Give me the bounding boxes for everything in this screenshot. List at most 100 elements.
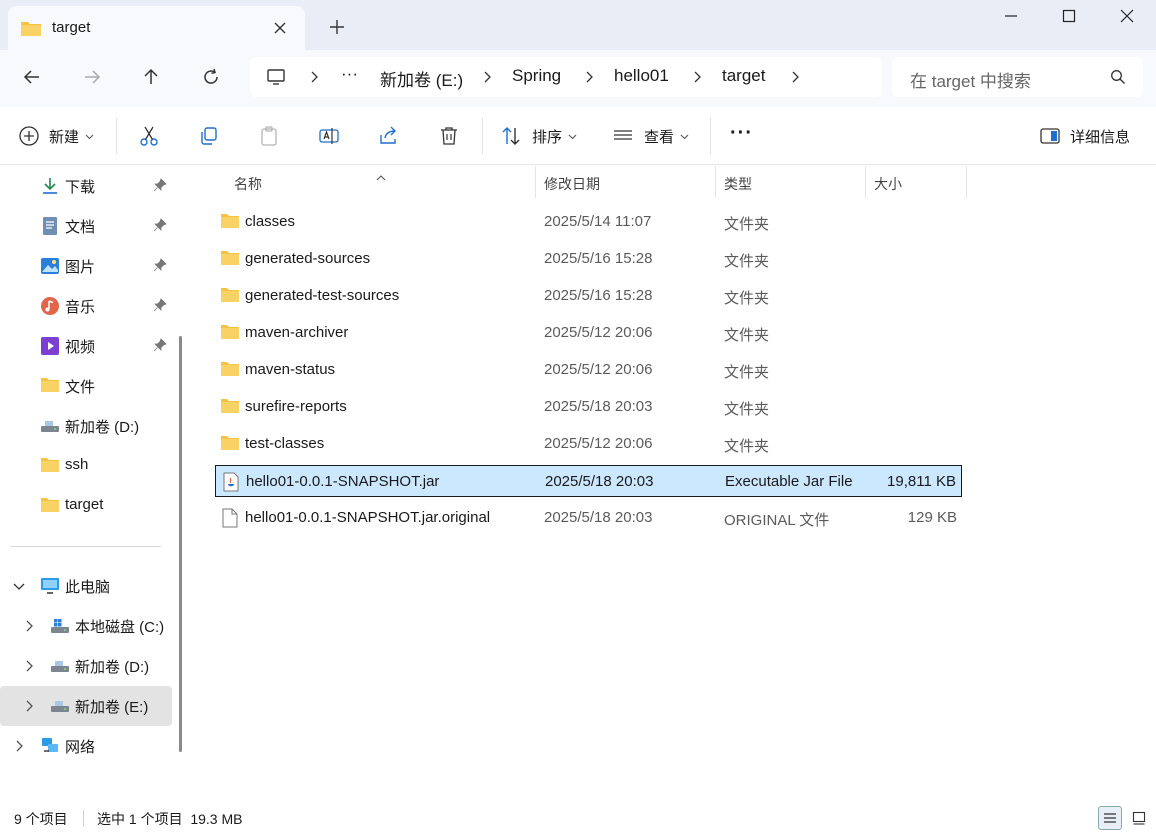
table-row[interactable]: classes 2025/5/14 11:07 文件夹 [215,206,962,238]
table-row-selected[interactable]: hello01-0.0.1-SNAPSHOT.jar 2025/5/18 20:… [215,465,962,497]
sidebar-item-label: ssh [65,456,89,473]
breadcrumb-drive-e[interactable]: 新加卷 (E:) [380,66,463,91]
file-name: surefire-reports [245,398,347,415]
breadcrumb-target[interactable]: target [722,66,765,86]
sidebar-item-documents[interactable]: 文档 [0,206,172,246]
column-divider[interactable] [966,166,967,198]
forward-button[interactable] [80,65,104,89]
file-type: 文件夹 [724,401,770,418]
pin-icon[interactable] [153,218,167,232]
window-tab[interactable]: target [8,6,305,50]
download-icon [40,176,60,196]
maximize-button[interactable] [1040,0,1098,32]
sidebar-item-drive-d[interactable]: 新加卷 (D:) [0,646,172,686]
column-header-date[interactable]: 修改日期 [544,174,600,194]
search-icon[interactable] [1110,69,1126,85]
sidebar-item-pictures[interactable]: 图片 [0,246,172,286]
column-divider[interactable] [535,166,536,198]
back-button[interactable] [20,65,44,89]
view-button[interactable]: 查看 [612,124,689,148]
pin-icon[interactable] [153,298,167,312]
column-header-type[interactable]: 类型 [724,174,752,194]
more-options-button[interactable]: ··· [730,121,753,145]
delete-button[interactable] [438,124,460,148]
sidebar-item-drive-e[interactable]: 新加卷 (E:) [0,686,172,726]
table-row[interactable]: test-classes 2025/5/12 20:06 文件夹 [215,428,962,460]
details-pane-button[interactable]: 详细信息 [1040,124,1130,148]
chevron-right-icon[interactable] [22,619,36,633]
cut-button[interactable] [138,124,160,148]
navigation-bar: ··· 新加卷 (E:) Spring hello01 target 在 tar… [0,50,1156,107]
navigation-pane: 下载 文档 图片 音乐 视频 文件 新加卷 (D:) ssh target 此电… [0,166,190,802]
search-box[interactable]: 在 target 中搜索 [892,57,1143,97]
toolbar-separator [482,118,483,154]
sidebar-item-network[interactable]: 网络 [0,726,172,766]
sidebar-item-drive-d[interactable]: 新加卷 (D:) [0,406,172,446]
music-icon [40,296,60,316]
chevron-right-icon[interactable] [307,70,321,84]
table-row[interactable]: generated-sources 2025/5/16 15:28 文件夹 [215,243,962,275]
search-input[interactable]: 在 target 中搜索 [910,67,1031,92]
chevron-right-icon[interactable] [788,70,802,84]
file-name: maven-archiver [245,324,349,341]
copy-button[interactable] [198,124,220,148]
new-tab-button[interactable] [327,17,347,37]
up-button[interactable] [139,65,163,89]
column-header-name[interactable]: 名称 [234,174,262,194]
pin-icon[interactable] [153,258,167,272]
column-divider[interactable] [715,166,716,198]
table-row[interactable]: surefire-reports 2025/5/18 20:03 文件夹 [215,391,962,423]
selection-info: 选中 1 个项目 19.3 MB [97,811,243,827]
column-divider[interactable] [865,166,866,198]
address-bar[interactable]: ··· 新加卷 (E:) Spring hello01 target [250,57,882,97]
new-button[interactable]: 新建 [18,124,94,148]
rename-button[interactable] [318,124,340,148]
chevron-right-icon[interactable] [690,70,704,84]
folder-icon [40,496,60,516]
pictures-icon [40,256,60,276]
column-header-size[interactable]: 大小 [874,174,902,194]
sidebar-item-target[interactable]: target [0,486,172,526]
computer-icon[interactable] [266,67,286,87]
breadcrumb-hello01[interactable]: hello01 [614,66,669,86]
file-date: 2025/5/18 20:03 [544,509,653,526]
trash-icon [438,125,460,147]
chevron-right-icon[interactable] [22,699,36,713]
chevron-right-icon[interactable] [582,70,596,84]
details-view-button[interactable] [1098,806,1122,830]
share-button[interactable] [378,124,400,148]
sidebar-item-drive-c[interactable]: 本地磁盘 (C:) [0,606,172,646]
refresh-button[interactable] [199,65,223,89]
close-tab-icon[interactable] [270,18,290,38]
add-circle-icon [18,125,40,147]
sidebar-item-videos[interactable]: 视频 [0,326,172,366]
details-pane-icon [1040,126,1060,146]
sidebar-item-music[interactable]: 音乐 [0,286,172,326]
table-row[interactable]: hello01-0.0.1-SNAPSHOT.jar.original 2025… [215,502,962,534]
table-row[interactable]: maven-status 2025/5/12 20:06 文件夹 [215,354,962,386]
file-name: hello01-0.0.1-SNAPSHOT.jar.original [245,509,491,526]
sidebar-scrollbar[interactable] [179,336,182,752]
chevron-right-icon[interactable] [12,739,26,753]
chevron-right-icon[interactable] [22,659,36,673]
breadcrumb-overflow[interactable]: ··· [341,64,358,84]
sidebar-item-files[interactable]: 文件 [0,366,172,406]
file-name: test-classes [245,435,325,452]
sidebar-item-downloads[interactable]: 下载 [0,166,172,206]
sidebar-item-label: 新加卷 (D:) [65,419,140,436]
chevron-right-icon[interactable] [480,70,494,84]
thumbnail-view-button[interactable] [1127,806,1151,830]
breadcrumb-spring[interactable]: Spring [512,66,561,86]
pin-icon[interactable] [153,338,167,352]
paste-button[interactable] [258,124,280,148]
sidebar-item-this-pc[interactable]: 此电脑 [0,566,172,606]
table-row[interactable]: maven-archiver 2025/5/12 20:06 文件夹 [215,317,962,349]
sidebar-item-ssh[interactable]: ssh [0,446,172,486]
pin-icon[interactable] [153,178,167,192]
chevron-down-icon[interactable] [12,579,26,593]
sidebar-item-label: 本地磁盘 (C:) [75,619,165,636]
table-row[interactable]: generated-test-sources 2025/5/16 15:28 文… [215,280,962,312]
minimize-button[interactable] [982,0,1040,32]
close-window-button[interactable] [1098,0,1156,32]
sort-button[interactable]: 排序 [500,124,577,148]
